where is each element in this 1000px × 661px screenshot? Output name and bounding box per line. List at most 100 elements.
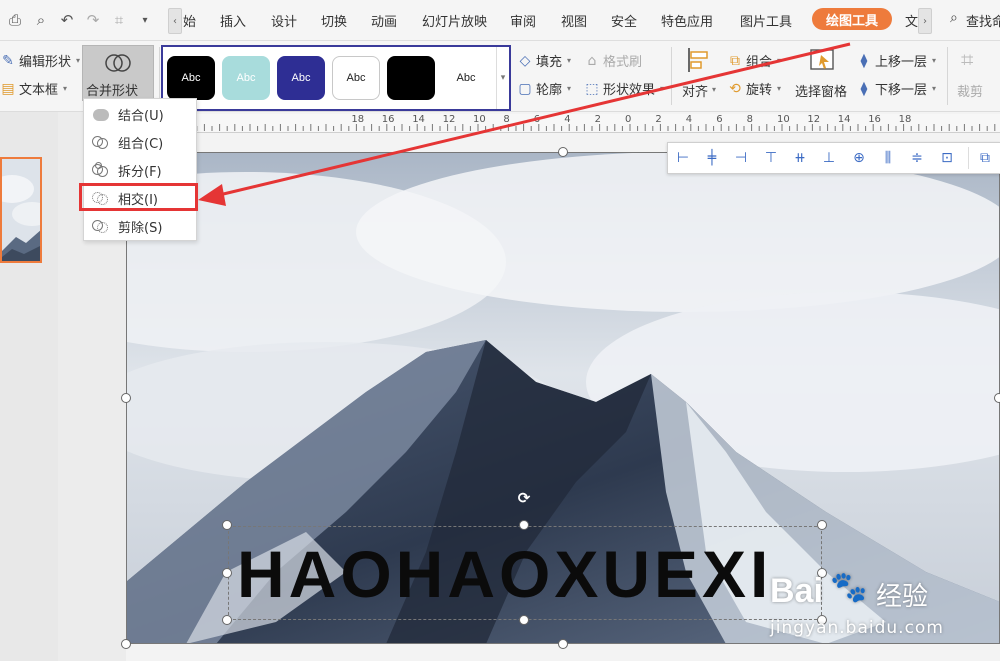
align-slide-center-icon[interactable]: ⊕ (850, 149, 868, 167)
fill-button[interactable]: ◇ 填充 ▾ (517, 51, 571, 71)
wordart-textbox[interactable]: HAOHAOXUEXI (228, 526, 822, 620)
shape-style-1[interactable]: Abc (167, 56, 215, 100)
baidu-jingyan-watermark: Bai 🐾 经验 jingyan.baidu.com (766, 568, 986, 658)
tabs-scroll-left[interactable]: ‹ (168, 8, 182, 34)
crop-icon: ⌗ (961, 48, 974, 73)
outline-button[interactable]: ▢ 轮廓 ▾ (517, 79, 571, 99)
tab-review[interactable]: 审阅 (510, 11, 536, 30)
edit-shape-button[interactable]: ✎ 编辑形状 ▾ (0, 51, 80, 71)
redo-icon[interactable]: ↷ (84, 11, 102, 29)
shape-style-4[interactable]: Abc (332, 56, 380, 100)
merge-shape-icon (105, 54, 131, 72)
shape-style-6[interactable]: Abc (442, 56, 490, 100)
ruler-label: 18 (351, 114, 365, 125)
shape-style-5[interactable] (387, 56, 435, 100)
print-icon[interactable]: ⎙ (6, 11, 24, 29)
ruler-label: 2 (655, 114, 662, 125)
textbox-handle-tl[interactable] (222, 520, 232, 530)
print-preview-icon[interactable]: ⌕ (32, 11, 50, 29)
textbox-handle-bl[interactable] (222, 615, 232, 625)
textbox-handle-tr[interactable] (817, 520, 827, 530)
selection-pane-button[interactable]: 选择窗格 (795, 45, 851, 103)
combine-icon (92, 134, 110, 150)
resize-handle-left[interactable] (121, 393, 131, 403)
shape-effects-icon: ⬚ (585, 80, 599, 97)
align-middle-icon[interactable]: ⧺ (791, 149, 809, 167)
watermark-url: jingyan.baidu.com (770, 618, 944, 638)
menu-item-subtract[interactable]: 剪除(S) (84, 213, 196, 239)
toolbar-separator (968, 147, 969, 169)
text-box-label: 文本框 (19, 83, 59, 98)
align-left-icon[interactable]: ⊢ (674, 149, 692, 167)
rotate-button[interactable]: ⟲ 旋转 ▾ (727, 79, 781, 99)
distribute-vertical-icon[interactable]: ≑ (908, 149, 926, 167)
tab-insert[interactable]: 插入 (220, 11, 246, 30)
tab-security[interactable]: 安全 (611, 11, 637, 30)
tab-view[interactable]: 视图 (561, 11, 587, 30)
distribute-horizontal-icon[interactable]: ⫼ (879, 149, 897, 167)
tab-overflow[interactable]: 文 (905, 11, 918, 30)
tab-picture-tools[interactable]: 图片工具 (740, 11, 792, 30)
ruler-label: 10 (473, 114, 486, 125)
resize-handle-right[interactable] (994, 393, 1000, 403)
tab-transition[interactable]: 切换 (321, 11, 347, 30)
style-gallery-more-icon[interactable]: ▾ (496, 47, 509, 109)
text-box-icon: ▤ (1, 80, 15, 97)
menu-item-fragment[interactable]: 拆分(F) (84, 157, 196, 183)
rotate-handle-icon[interactable]: ⟳ (515, 489, 533, 507)
ribbon-separator (159, 47, 160, 105)
tab-animation[interactable]: 动画 (371, 11, 397, 30)
textbox-handle-top[interactable] (519, 520, 529, 530)
resize-handle-bottom[interactable] (558, 639, 568, 649)
align-label: 对齐 (682, 85, 709, 100)
shape-style-3[interactable]: Abc (277, 56, 325, 100)
merge-shape-button[interactable]: 合并形状 (82, 45, 154, 101)
tab-slideshow[interactable]: 幻灯片放映 (422, 11, 487, 30)
ruler-label: 4 (685, 114, 693, 125)
resize-handle-bottom-left[interactable] (121, 639, 131, 649)
menu-item-combine[interactable]: 组合(C) (84, 129, 196, 155)
ruler-label: 6 (716, 114, 723, 125)
format-painter-button[interactable]: ⌂ 格式刷 (584, 51, 642, 71)
rotate-icon: ⟲ (729, 80, 741, 97)
search-label[interactable]: 查找命 (966, 11, 1000, 30)
send-backward-button[interactable]: ⧫ 下移一层 ▾ (856, 79, 937, 99)
resize-handle-top[interactable] (558, 147, 568, 157)
align-button[interactable]: 对齐 ▾ (682, 45, 716, 103)
tab-start[interactable]: 始 (183, 11, 196, 30)
ribbon-separator (671, 47, 672, 105)
group-objects-icon[interactable]: ⧉ (976, 149, 994, 167)
shape-style-2[interactable]: Abc (222, 56, 270, 100)
watermark-brand-cn: 经验 (876, 582, 929, 612)
resize-to-slide-icon[interactable]: ⊡ (938, 149, 956, 167)
text-box-button[interactable]: ▤ 文本框 ▾ (0, 79, 67, 99)
format-painter-icon: ⌂ (587, 52, 597, 69)
crop-button[interactable]: ⌗ 裁剪 (955, 45, 995, 103)
align-bottom-icon[interactable]: ⊥ (820, 149, 838, 167)
slide-thumbnail[interactable] (0, 157, 42, 263)
wordart-text[interactable]: HAOHAOXUEXI (237, 527, 772, 621)
ruler-label: 2 (594, 114, 601, 125)
group-button[interactable]: ⧉ 组合 ▾ (727, 51, 781, 71)
align-right-icon[interactable]: ⊣ (732, 149, 750, 167)
align-center-icon[interactable]: ╪ (703, 149, 721, 167)
menu-item-label: 拆分(F) (118, 164, 162, 180)
align-top-icon[interactable]: ⊤ (762, 149, 780, 167)
ribbon-separator (947, 47, 948, 105)
tab-design[interactable]: 设计 (271, 11, 297, 30)
textbox-handle-bottom[interactable] (519, 615, 529, 625)
tab-special-apps[interactable]: 特色应用 (661, 11, 713, 30)
tab-drawing-tools[interactable]: 绘图工具 (812, 8, 892, 30)
align-icon (688, 48, 708, 72)
search-icon[interactable]: ⌕ (950, 10, 958, 26)
menu-item-union[interactable]: 结合(U) (84, 101, 196, 127)
union-icon (92, 106, 110, 122)
customize-quickbar-icon[interactable]: ▾ (136, 11, 154, 29)
outline-label: 轮廓 (536, 83, 563, 98)
undo-icon[interactable]: ↶ (58, 11, 76, 29)
bring-forward-button[interactable]: ⧫ 上移一层 ▾ (856, 51, 937, 71)
textbox-handle-left[interactable] (222, 568, 232, 578)
shape-effects-button[interactable]: ⬚ 形状效果 ▾ (584, 79, 664, 99)
tabs-scroll-right[interactable]: › (918, 8, 932, 34)
crop-quick-icon[interactable]: ⌗ (110, 11, 128, 29)
